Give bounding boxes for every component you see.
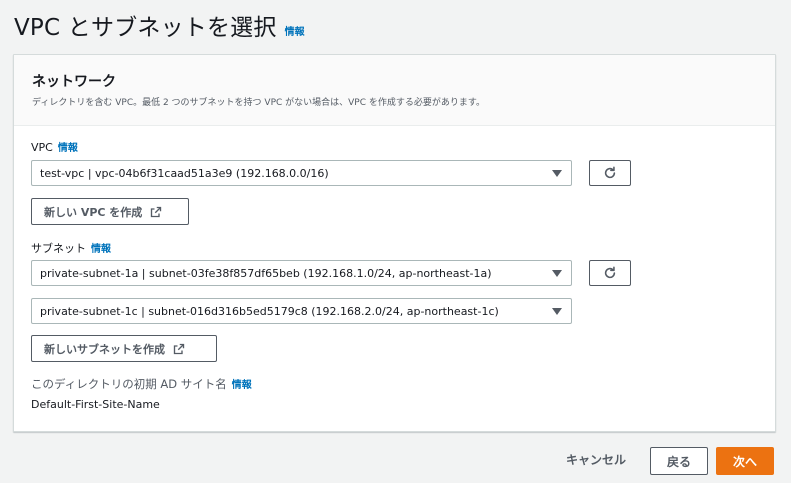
external-link-icon <box>173 343 185 354</box>
network-container-header: ネットワーク ディレクトリを含む VPC。最低 2 つのサブネットを持つ VPC… <box>14 55 775 126</box>
vpc-label: VPC 情報 <box>31 139 78 154</box>
page-header: VPC とサブネットを選択 情報 <box>14 8 305 42</box>
subnet-select-1-value: private-subnet-1a | subnet-03fe38f857df6… <box>40 266 492 280</box>
create-subnet-button[interactable]: 新しいサブネットを作成 <box>31 335 217 362</box>
ad-site-value: Default-First-Site-Name <box>31 398 160 411</box>
cancel-button[interactable]: キャンセル <box>566 451 626 468</box>
caret-down-icon <box>552 170 562 177</box>
subnet-label-text: サブネット <box>31 242 86 255</box>
refresh-icon <box>604 266 616 279</box>
subnet-select-1[interactable]: private-subnet-1a | subnet-03fe38f857df6… <box>31 260 572 286</box>
subnet-label: サブネット 情報 <box>31 240 111 256</box>
vpc-refresh-button[interactable] <box>589 160 631 186</box>
create-vpc-label: 新しい VPC を作成 <box>44 205 143 219</box>
refresh-icon <box>604 166 616 179</box>
caret-down-icon <box>552 308 562 315</box>
header-info-link[interactable]: 情報 <box>285 23 305 38</box>
ad-site-label: このディレクトリの初期 AD サイト名 情報 <box>31 376 252 392</box>
subnet-info-link[interactable]: 情報 <box>91 240 111 255</box>
subnet-select-2-value: private-subnet-1c | subnet-016d316b5ed51… <box>40 304 499 318</box>
subnet-refresh-button[interactable] <box>589 260 631 286</box>
back-button[interactable]: 戻る <box>650 447 708 475</box>
ad-site-info-link[interactable]: 情報 <box>232 376 252 391</box>
network-title: ネットワーク <box>32 74 116 90</box>
ad-site-label-text: このディレクトリの初期 AD サイト名 <box>31 377 227 391</box>
vpc-select[interactable]: test-vpc | vpc-04b6f31caad51a3e9 (192.16… <box>31 160 572 186</box>
create-subnet-label: 新しいサブネットを作成 <box>44 342 165 356</box>
vpc-select-value: test-vpc | vpc-04b6f31caad51a3e9 (192.16… <box>40 166 329 180</box>
vpc-info-link[interactable]: 情報 <box>58 139 78 154</box>
next-button[interactable]: 次へ <box>716 447 774 475</box>
subnet-select-2[interactable]: private-subnet-1c | subnet-016d316b5ed51… <box>31 298 572 324</box>
caret-down-icon <box>552 270 562 277</box>
create-vpc-button[interactable]: 新しい VPC を作成 <box>31 198 189 225</box>
external-link-icon <box>151 206 162 217</box>
page-title: VPC とサブネットを選択 <box>14 15 277 41</box>
vpc-label-text: VPC <box>31 141 53 154</box>
network-description: ディレクトリを含む VPC。最低 2 つのサブネットを持つ VPC がない場合は… <box>32 98 485 108</box>
